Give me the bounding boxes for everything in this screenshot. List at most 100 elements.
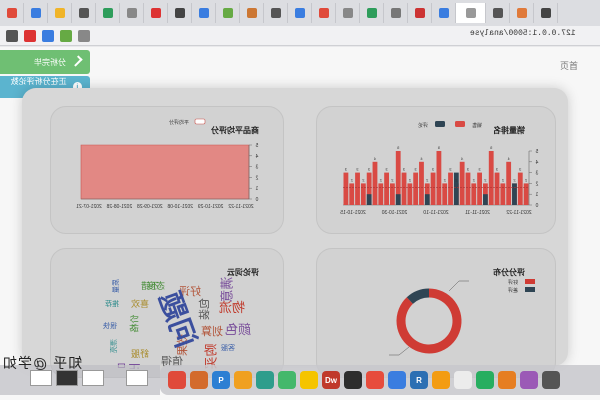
- analysis-done-label: 分析完毕: [34, 57, 66, 67]
- dock-app-icon[interactable]: [432, 371, 450, 389]
- dock-app-icon[interactable]: [168, 371, 186, 389]
- browser-tab[interactable]: [144, 3, 168, 23]
- bar-chart-card: 销量排名 01234523242352323423253243235232432…: [316, 106, 556, 234]
- area-y-tick-label: 5: [255, 143, 258, 149]
- pie-slice-good: [396, 288, 462, 354]
- dock-app-icon[interactable]: [476, 371, 494, 389]
- area-chart-card: 商品平均评分 0 1 2 3 4 5 2021-11-22 2021-10-29 2021-10…: [50, 106, 284, 234]
- bar-mark-sales: [436, 151, 442, 205]
- browser-tab[interactable]: [456, 3, 486, 23]
- dock-app-icon[interactable]: Dw: [322, 371, 340, 389]
- bar-data-label: 3: [431, 167, 434, 172]
- browser-tab[interactable]: [510, 3, 534, 23]
- tab-favicon-icon: [198, 8, 209, 18]
- bar-mark-sales: [413, 172, 419, 205]
- dock-app-icon[interactable]: [498, 371, 516, 389]
- tab-favicon-icon: [318, 8, 329, 18]
- tab-favicon-icon: [465, 8, 476, 18]
- bookmark-icon[interactable]: [24, 29, 36, 42]
- browser-tab[interactable]: [336, 3, 360, 23]
- dock-app-icon[interactable]: [278, 371, 296, 389]
- bar-data-label: 2: [350, 177, 353, 182]
- dock-app-icon[interactable]: R: [410, 371, 428, 389]
- tab-favicon-icon: [246, 8, 257, 18]
- browser-tab[interactable]: [168, 3, 192, 23]
- browser-tab[interactable]: [360, 3, 384, 23]
- browser-tab[interactable]: [24, 3, 48, 23]
- dock-app-icon[interactable]: [300, 371, 318, 389]
- tab-favicon-icon: [30, 8, 41, 18]
- browser-tab[interactable]: [240, 3, 264, 23]
- bookmark-icon[interactable]: [6, 29, 18, 42]
- browser-tab[interactable]: [408, 3, 432, 23]
- dock-app-icon[interactable]: [256, 371, 274, 389]
- tab-favicon-icon: [294, 8, 305, 18]
- bar-y-tick-label: 4: [535, 160, 538, 166]
- bar-data-label: 3: [402, 167, 405, 172]
- legend-label-sales: 销售: [472, 122, 482, 129]
- analysis-done-button[interactable]: 分析完毕: [0, 50, 90, 74]
- address-bar[interactable]: 127.0.0.1:5000/analyse: [470, 29, 576, 38]
- tab-favicon-icon: [438, 8, 449, 18]
- tab-favicon-icon: [366, 8, 377, 18]
- tab-favicon-icon: [390, 8, 401, 18]
- bar-mark-reviews: [483, 194, 488, 205]
- bookmark-icon[interactable]: [60, 29, 72, 42]
- browser-tab[interactable]: [96, 3, 120, 23]
- bar-data-label: 2: [443, 177, 446, 182]
- bar-data-label: 2: [484, 177, 487, 182]
- browser-tab[interactable]: [384, 3, 408, 23]
- word-cloud-word: 推荐: [105, 301, 119, 308]
- bar-y-tick-label: 5: [535, 149, 538, 155]
- bar-mark-sales: [523, 183, 529, 205]
- pie-chart: 好评差评: [389, 279, 535, 356]
- tab-favicon-icon: [126, 8, 137, 18]
- bar-data-label: 4: [373, 156, 376, 161]
- dock-app-icon[interactable]: [542, 371, 560, 389]
- tab-favicon-icon: [270, 8, 281, 18]
- browser-tab[interactable]: [216, 3, 240, 23]
- bar-x-tick-label: 2021-11-11: [465, 210, 490, 216]
- bar-y-tick-label: 0: [535, 203, 538, 209]
- bar-mark-sales: [442, 183, 448, 205]
- area-x-tick-label: 2021-07-21: [76, 204, 102, 210]
- bar-y-tick-label: 1: [535, 192, 538, 198]
- dock-app-icon[interactable]: [454, 371, 472, 389]
- browser-tab[interactable]: [48, 3, 72, 23]
- dock-app-icon[interactable]: [388, 371, 406, 389]
- bar-data-label: 2: [379, 177, 382, 182]
- bookmark-icon[interactable]: [78, 29, 90, 42]
- bar-mark-sales: [349, 183, 355, 205]
- browser-tab[interactable]: [264, 3, 288, 23]
- browser-tab[interactable]: [192, 3, 216, 23]
- dock-app-icon[interactable]: [234, 371, 252, 389]
- browser-tab[interactable]: [312, 3, 336, 23]
- browser-tab[interactable]: [288, 3, 312, 23]
- browser-tab[interactable]: [486, 3, 510, 23]
- legend-swatch-sales: [455, 121, 465, 127]
- dock-app-icon[interactable]: [520, 371, 538, 389]
- bar-data-label: 2: [472, 177, 475, 182]
- browser-tab[interactable]: [0, 3, 24, 23]
- legend-label-good: 好评: [508, 279, 518, 286]
- bar-mark-sales: [407, 183, 413, 205]
- bar-mark-sales: [360, 183, 366, 205]
- bar-mark-sales: [430, 172, 436, 205]
- dock-app-icon[interactable]: P: [212, 371, 230, 389]
- window-thumbnail[interactable]: [126, 370, 148, 386]
- area-x-tick-label: 2021-11-22: [228, 204, 253, 210]
- browser-tab[interactable]: [534, 3, 558, 23]
- dock-app-icon[interactable]: [366, 371, 384, 389]
- dock-app-icon[interactable]: [190, 371, 208, 389]
- dashboard-panel: 销量排名 01234523242352323423253243235232432…: [22, 88, 568, 378]
- bookmark-icon[interactable]: [42, 29, 54, 42]
- bar-data-label: 5: [396, 145, 399, 150]
- dock-app-icon[interactable]: [344, 371, 362, 389]
- bar-data-label: 2: [524, 177, 527, 182]
- tab-favicon-icon: [540, 8, 551, 18]
- browser-tab[interactable]: [432, 3, 456, 23]
- browser-tab[interactable]: [72, 3, 96, 23]
- browser-tab[interactable]: [120, 3, 144, 23]
- window-thumbnail[interactable]: [82, 370, 104, 386]
- area-x-tick-label: 2021-10-29: [198, 204, 224, 210]
